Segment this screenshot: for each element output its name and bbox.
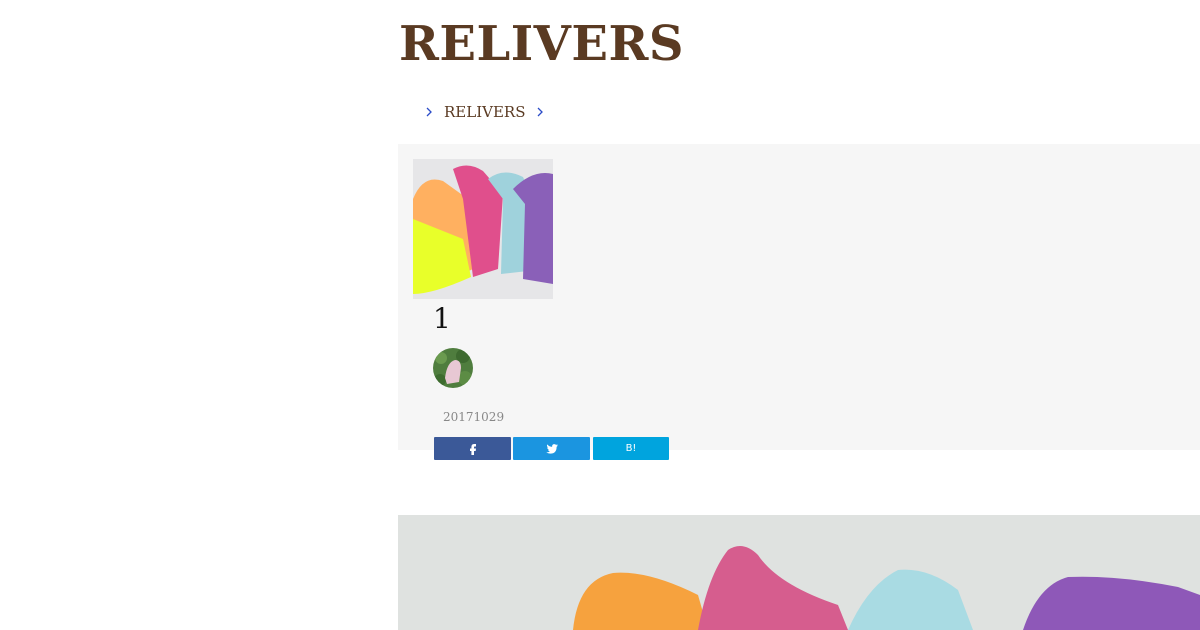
hatena-bookmark-button[interactable]: B! <box>593 437 669 460</box>
twitter-icon <box>545 443 558 454</box>
site-title[interactable]: RELIVERS <box>399 14 684 74</box>
hero-image <box>398 515 1200 630</box>
facebook-share-button[interactable] <box>434 437 511 460</box>
post-title[interactable]: 1 <box>433 302 451 336</box>
breadcrumb-link-relivers[interactable]: RELIVERS <box>444 103 525 121</box>
post-thumbnail[interactable] <box>413 159 553 299</box>
breadcrumb: RELIVERS <box>422 100 547 124</box>
facebook-icon <box>469 443 476 455</box>
chevron-right-icon <box>422 102 436 122</box>
colorful-towels-image <box>413 159 553 299</box>
colorful-towels-image <box>398 515 1200 630</box>
post-card: 1 20171029 <box>398 144 1200 450</box>
chevron-right-icon <box>533 102 547 122</box>
post-date: 20171029 <box>443 410 505 424</box>
twitter-share-button[interactable] <box>513 437 590 460</box>
hand-leaves-avatar <box>433 348 473 388</box>
author-avatar[interactable] <box>433 348 473 388</box>
